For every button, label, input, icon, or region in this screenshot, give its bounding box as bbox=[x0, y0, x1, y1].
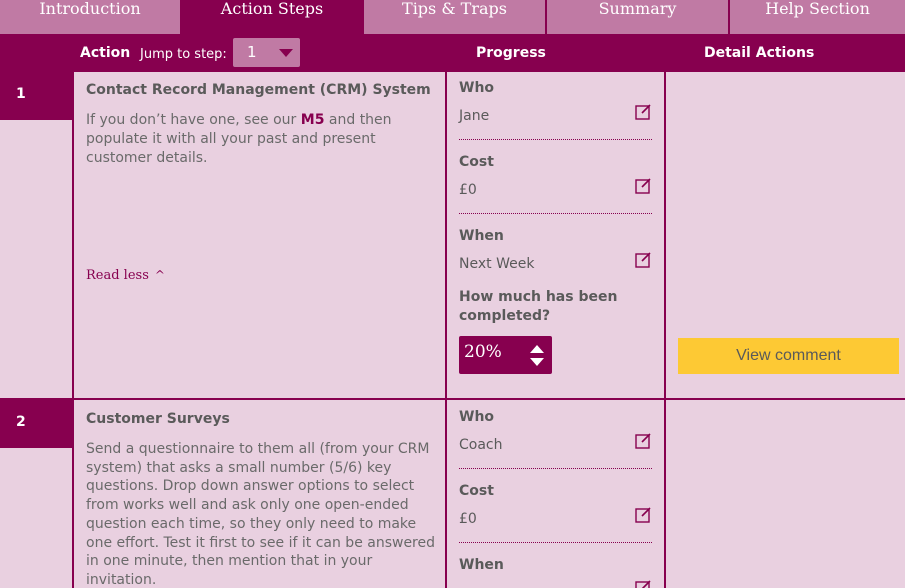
divider bbox=[664, 72, 666, 588]
step-title: Contact Record Management (CRM) System bbox=[86, 82, 431, 98]
who-value: Jane bbox=[459, 108, 490, 124]
when-value: Next Week bbox=[459, 256, 535, 272]
divider bbox=[72, 72, 74, 400]
jump-to-step-value: 1 bbox=[247, 43, 257, 61]
who-value: Coach bbox=[459, 437, 503, 453]
step-number: 1 bbox=[0, 72, 72, 120]
tab-introduction[interactable]: Introduction bbox=[0, 0, 180, 34]
edit-icon[interactable] bbox=[635, 432, 652, 449]
increment-icon[interactable] bbox=[530, 345, 544, 353]
when-label: When bbox=[459, 557, 504, 573]
edit-icon[interactable] bbox=[635, 579, 652, 588]
dotted-divider bbox=[459, 213, 652, 214]
m5-link[interactable]: M5 bbox=[301, 112, 325, 128]
dotted-divider bbox=[459, 139, 652, 140]
view-comment-button[interactable]: View comment bbox=[678, 338, 899, 374]
cost-label: Cost bbox=[459, 154, 494, 170]
cost-label: Cost bbox=[459, 483, 494, 499]
when-label: When bbox=[459, 228, 504, 244]
dotted-divider bbox=[459, 468, 652, 469]
header-detail-actions: Detail Actions bbox=[704, 45, 815, 61]
chevron-down-icon bbox=[279, 49, 293, 57]
step-description: Send a questionnaire to them all (from y… bbox=[86, 441, 436, 588]
edit-icon[interactable] bbox=[635, 103, 652, 120]
tab-bar: Introduction Action Steps Tips & Traps S… bbox=[0, 0, 905, 35]
read-less-label: Read less bbox=[86, 268, 149, 283]
tab-help-section[interactable]: Help Section bbox=[730, 0, 905, 34]
jump-to-step-select[interactable]: 1 bbox=[233, 38, 300, 67]
divider bbox=[445, 72, 447, 588]
tab-action-steps[interactable]: Action Steps bbox=[182, 0, 362, 34]
tab-summary[interactable]: Summary bbox=[547, 0, 728, 34]
tab-label: Action Steps bbox=[220, 0, 324, 18]
divider bbox=[72, 400, 74, 588]
completed-label: How much has been completed? bbox=[459, 289, 618, 324]
jump-to-step-label: Jump to step: bbox=[140, 47, 227, 62]
who-label: Who bbox=[459, 80, 495, 96]
cost-value: £0 bbox=[459, 511, 477, 527]
chevron-up-icon: ^ bbox=[154, 268, 165, 282]
edit-icon[interactable] bbox=[635, 177, 652, 194]
tab-label: Help Section bbox=[765, 0, 870, 18]
step-description: If you don’t have one, see our M5 and th… bbox=[86, 111, 436, 168]
table-header: Action Jump to step: 1 Progress Detail A… bbox=[0, 35, 905, 72]
decrement-icon[interactable] bbox=[530, 358, 544, 366]
step-title: Customer Surveys bbox=[86, 411, 230, 427]
edit-icon[interactable] bbox=[635, 506, 652, 523]
divider bbox=[72, 398, 905, 400]
header-action: Action bbox=[80, 45, 131, 61]
edit-icon[interactable] bbox=[635, 251, 652, 268]
tab-tips-traps[interactable]: Tips & Traps bbox=[364, 0, 545, 34]
who-label: Who bbox=[459, 409, 495, 425]
step-number: 2 bbox=[0, 400, 72, 448]
tab-label: Summary bbox=[598, 0, 677, 18]
header-progress: Progress bbox=[476, 45, 546, 61]
tab-label: Introduction bbox=[39, 0, 141, 18]
completion-value: 20% bbox=[464, 342, 502, 362]
dotted-divider bbox=[459, 542, 652, 543]
cost-value: £0 bbox=[459, 182, 477, 198]
completion-stepper[interactable]: 20% bbox=[459, 336, 552, 374]
tab-label: Tips & Traps bbox=[402, 0, 507, 18]
description-text: If you don’t have one, see our bbox=[86, 112, 301, 128]
read-less-link[interactable]: Read less ^ bbox=[86, 268, 165, 283]
